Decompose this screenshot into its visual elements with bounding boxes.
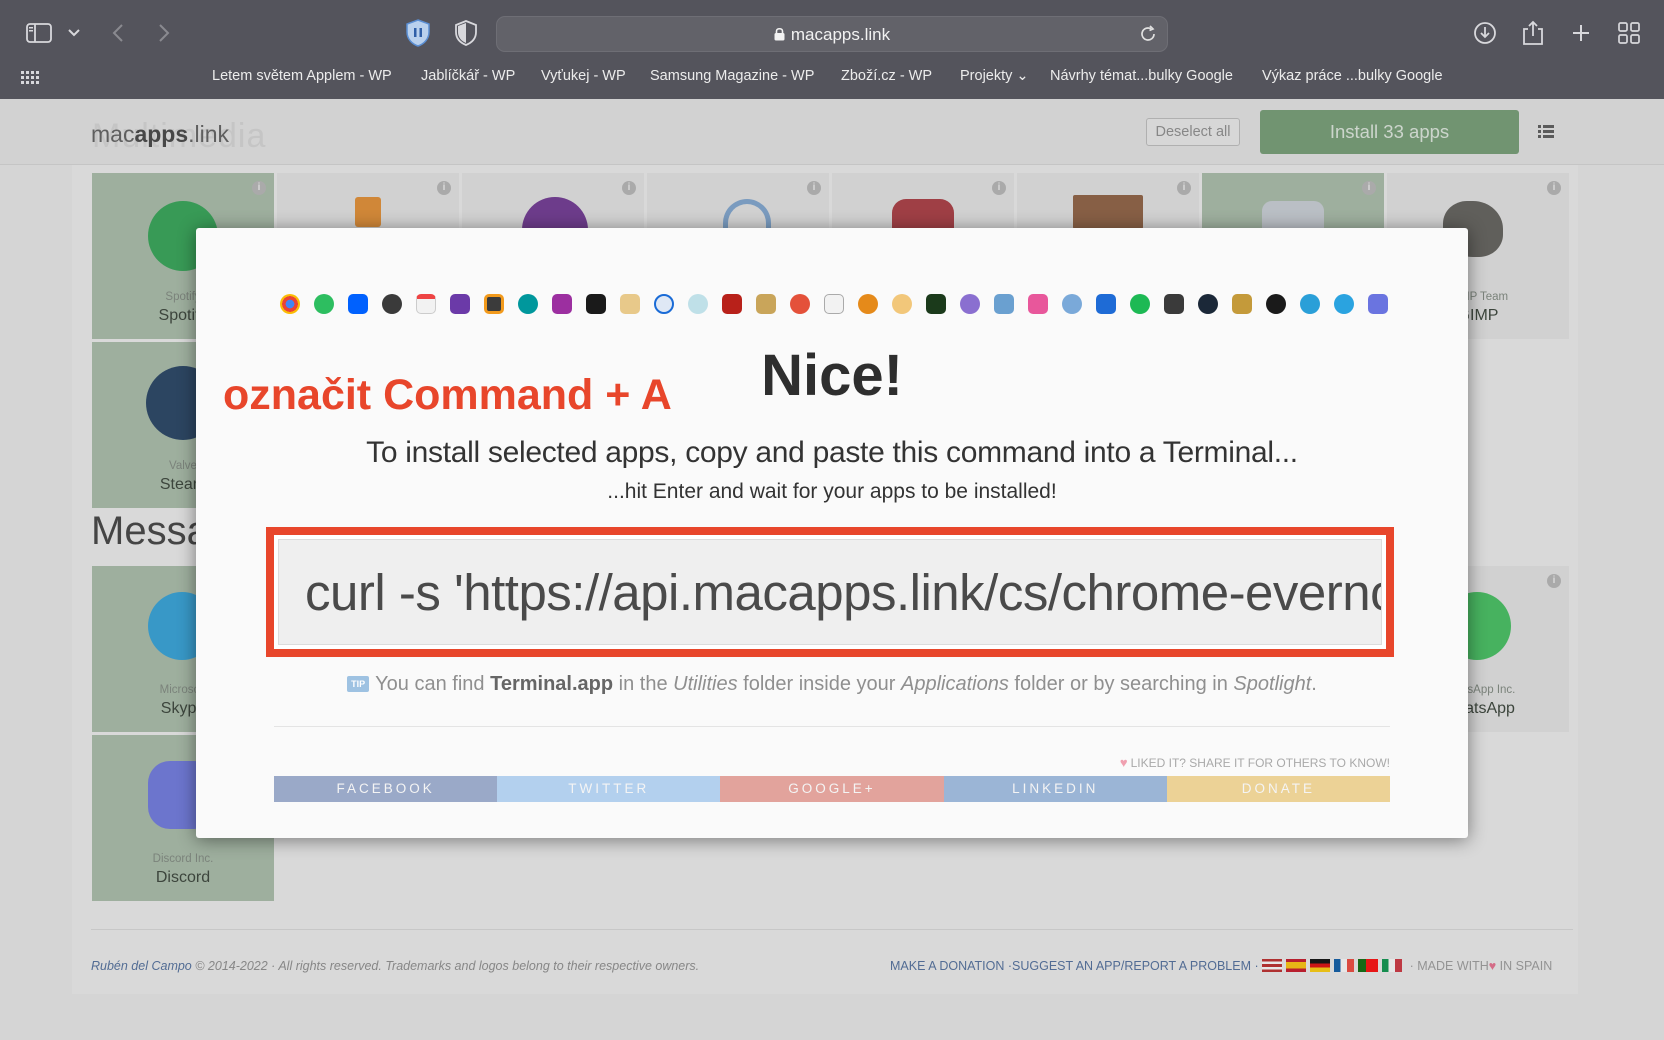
modal-subinstructions: ...hit Enter and wait for your apps to b… xyxy=(607,480,1057,503)
tip-text: . xyxy=(1311,673,1317,695)
app-icon xyxy=(994,294,1014,314)
itsycal-icon xyxy=(552,294,572,314)
iterm-icon xyxy=(586,294,606,314)
url-text: macapps.link xyxy=(790,25,891,44)
share-buttons: FACEBOOK TWITTER GOOGLE+ LINKEDIN DONATE xyxy=(274,776,1391,802)
app-icon xyxy=(1266,294,1286,314)
textedit-icon xyxy=(824,294,844,314)
bookmark-folder[interactable]: Projekty ⌄ xyxy=(960,68,1029,84)
bookmark-item[interactable]: Návrhy témat...bulky Google xyxy=(1050,68,1233,84)
bookmark-item[interactable]: Jablíčkář - WP xyxy=(421,68,515,84)
keynote-icon xyxy=(1028,294,1048,314)
share-prompt: ♥ LIKED IT? SHARE IT FOR OTHERS TO KNOW! xyxy=(1120,755,1390,770)
discord-icon xyxy=(1368,294,1388,314)
command-highlight: curl -s 'https://api.macapps.link/cs/chr… xyxy=(266,527,1394,657)
github-icon xyxy=(450,294,470,314)
fantastical-icon xyxy=(416,294,436,314)
quicksilver-icon xyxy=(858,294,878,314)
selected-apps-icons xyxy=(280,294,1400,318)
tip-text: You can find xyxy=(375,673,491,695)
tab-overview-icon[interactable] xyxy=(1614,12,1644,54)
spotify-icon xyxy=(1130,294,1150,314)
command-text[interactable]: curl -s 'https://api.macapps.link/cs/chr… xyxy=(305,563,1381,622)
tip-text: Utilities xyxy=(673,673,738,695)
tip-text: Spotlight xyxy=(1233,673,1312,695)
app-icon xyxy=(960,294,980,314)
command-field[interactable]: curl -s 'https://api.macapps.link/cs/chr… xyxy=(278,539,1382,645)
chevron-down-icon: ⌄ xyxy=(1016,68,1029,84)
cyberduck-icon xyxy=(688,294,708,314)
bookmark-item[interactable]: Samsung Magazine - WP xyxy=(650,68,814,84)
unarchiver-icon xyxy=(620,294,640,314)
tip-text: in the xyxy=(613,673,674,695)
tip-text: Terminal.app xyxy=(490,673,614,695)
address-bar[interactable]: macapps.link xyxy=(496,16,1168,52)
tip-text: folder or by searching in xyxy=(1008,673,1234,695)
share-facebook-button[interactable]: FACEBOOK xyxy=(274,776,498,802)
amphetamine-icon xyxy=(892,294,912,314)
bookmark-item[interactable]: Vyťukej - WP xyxy=(541,68,626,84)
app-icon xyxy=(1164,294,1184,314)
sublime-icon xyxy=(484,294,504,314)
bookmarks-bar: Letem světem Applem - WP Jablíčkář - WP … xyxy=(0,66,1664,90)
new-tab-icon[interactable] xyxy=(1566,12,1596,54)
back-icon[interactable] xyxy=(106,12,130,54)
reload-icon[interactable] xyxy=(1139,25,1157,48)
arduino-icon xyxy=(518,294,538,314)
chevron-down-icon[interactable] xyxy=(64,12,84,54)
donate-button[interactable]: DONATE xyxy=(1166,776,1391,802)
share-twitter-button[interactable]: TWITTER xyxy=(497,776,721,802)
bookmark-item[interactable]: Výkaz práce ...bulky Google xyxy=(1262,68,1443,84)
annotation-label: označit Command + A xyxy=(223,371,672,419)
skype-icon xyxy=(1300,294,1320,314)
bookmark-item[interactable]: Zboží.cz - WP xyxy=(841,68,932,84)
tip-badge: TIP xyxy=(347,676,370,692)
alfred-icon xyxy=(382,294,402,314)
share-google-button[interactable]: GOOGLE+ xyxy=(720,776,944,802)
share-icon[interactable] xyxy=(1518,12,1548,54)
chrome-icon xyxy=(280,294,300,314)
bookmark-folder-label: Projekty xyxy=(960,68,1013,84)
heart-icon: ♥ xyxy=(1119,755,1128,770)
tip-text: Applications xyxy=(901,673,1009,695)
malwarebytes-icon xyxy=(1096,294,1116,314)
url-field[interactable]: macapps.link xyxy=(497,25,1167,46)
share-prompt-text: LIKED IT? SHARE IT FOR OTHERS TO KNOW! xyxy=(1130,756,1390,770)
app-icon xyxy=(1062,294,1082,314)
sidebar-toggle-icon[interactable] xyxy=(22,12,56,54)
modal-instructions: To install selected apps, copy and paste… xyxy=(366,436,1298,469)
filezilla-icon xyxy=(722,294,742,314)
dropbox-icon xyxy=(348,294,368,314)
steam-icon xyxy=(1198,294,1218,314)
shield-extension-icon[interactable] xyxy=(403,12,433,54)
telegram-icon xyxy=(1334,294,1354,314)
activity-icon xyxy=(926,294,946,314)
modal-divider xyxy=(274,726,1390,727)
keka-icon xyxy=(756,294,776,314)
1password-icon xyxy=(654,294,674,314)
tip-text: folder inside your xyxy=(737,673,902,695)
share-linkedin-button[interactable]: LINKEDIN xyxy=(943,776,1167,802)
browser-toolbar: macapps.link Letem světem Applem - WP Ja… xyxy=(0,0,1664,99)
privacy-shield-icon[interactable] xyxy=(451,12,481,54)
terminal-tip: TIP You can find Terminal.app in the Util… xyxy=(196,673,1468,696)
forward-icon[interactable] xyxy=(152,12,176,54)
evernote-icon xyxy=(314,294,334,314)
lock-icon xyxy=(774,26,785,46)
bookmark-item[interactable]: Letem světem Applem - WP xyxy=(212,68,392,84)
appcleaner-icon xyxy=(790,294,810,314)
download-icon[interactable] xyxy=(1470,12,1500,54)
install-modal: Nice! označit Command + A To install sel… xyxy=(196,228,1468,838)
app-icon xyxy=(1232,294,1252,314)
